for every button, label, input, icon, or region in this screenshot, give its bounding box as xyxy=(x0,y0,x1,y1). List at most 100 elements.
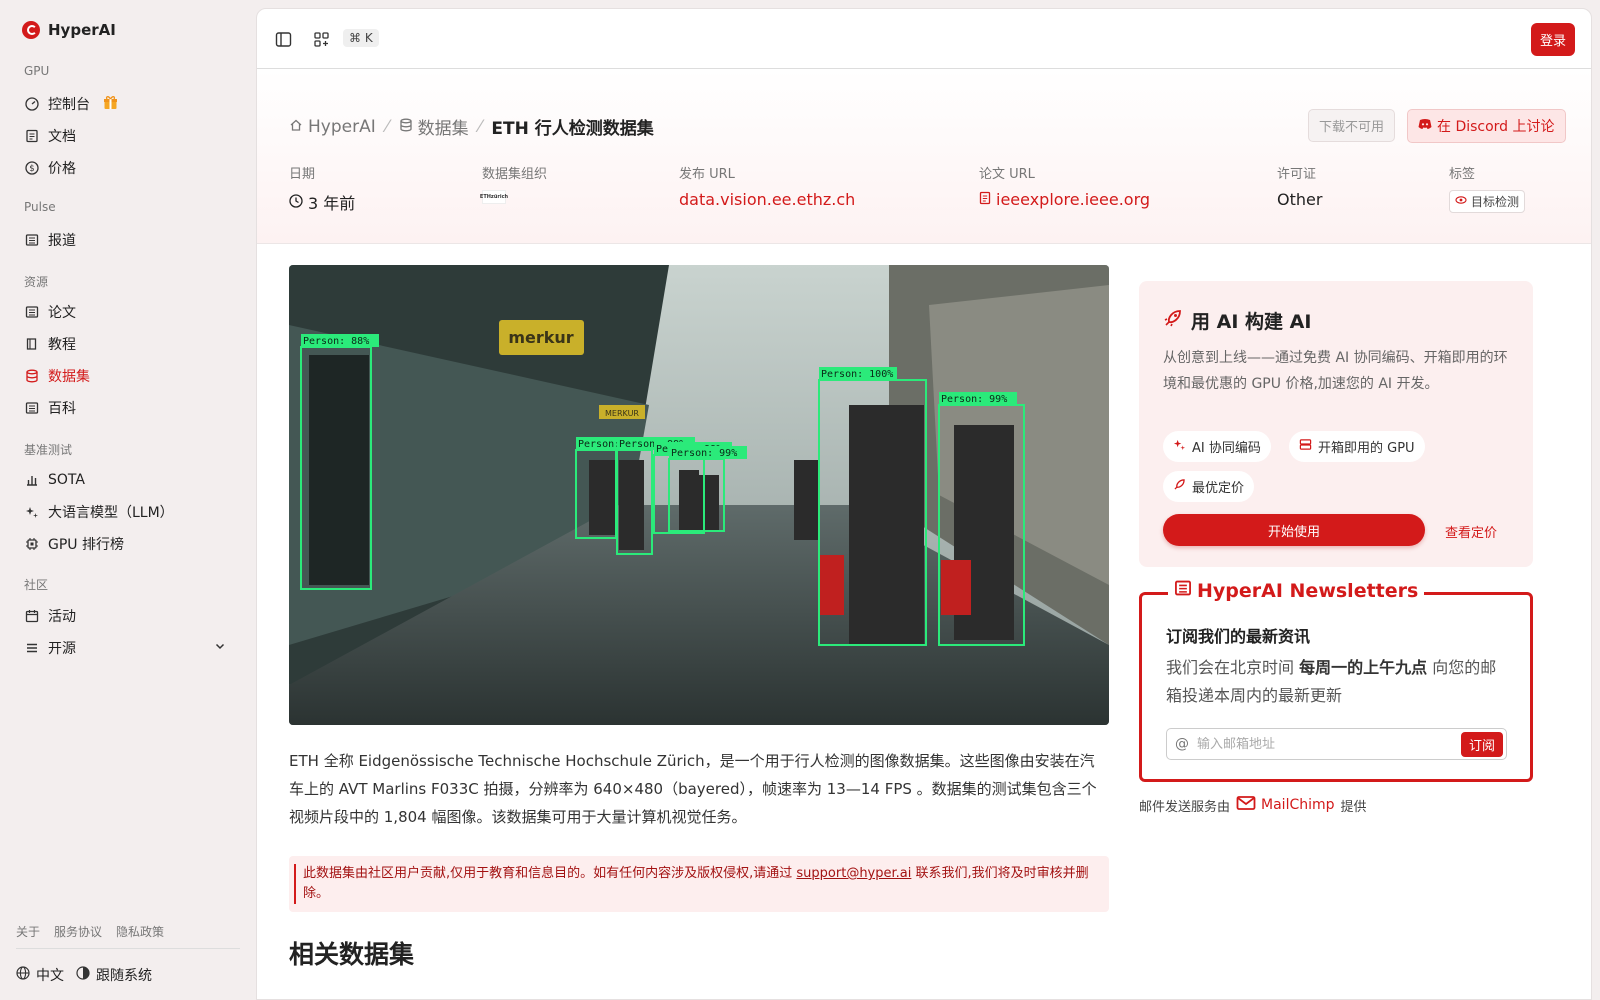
sidebar-item-label: 文档 xyxy=(48,129,76,145)
cpu-icon xyxy=(24,537,39,552)
breadcrumb: HyperAI ⁄ 数据集 ⁄ ETH 行人检测数据集 xyxy=(289,114,654,139)
newspaper-icon xyxy=(24,233,39,248)
sidebar-item-label: 百科 xyxy=(48,401,76,417)
pill-label: 最优定价 xyxy=(1192,481,1245,496)
meta-label: 数据集组织 xyxy=(482,167,548,182)
theme-switch[interactable]: 跟随系统 xyxy=(76,965,152,985)
newsletter-text: 我们会在北京时间 每周一的上午九点 向您的邮箱投递本周内的最新更新 xyxy=(1166,654,1511,710)
breadcrumb-home[interactable]: HyperAI xyxy=(289,117,376,137)
license-value: Other xyxy=(1277,190,1323,209)
sidebar-item-opensource[interactable]: 开源 xyxy=(24,637,234,659)
shop-sign-text-2: MERKUR xyxy=(605,409,639,418)
sidebar-item-label: 教程 xyxy=(48,337,76,353)
meta-label: 论文 URL xyxy=(979,167,1035,182)
mailchimp-link[interactable]: MailChimp xyxy=(1236,795,1335,815)
pill-label: AI 协同编码 xyxy=(1192,441,1261,456)
home-icon xyxy=(289,117,303,137)
meta-label: 标签 xyxy=(1449,167,1476,182)
release-url-link[interactable]: data.vision.ee.ethz.ch xyxy=(679,190,855,209)
org-logo[interactable]: ETHzürich xyxy=(480,190,508,204)
subscribe-button[interactable]: 订阅 xyxy=(1460,731,1503,757)
chevron-down-icon[interactable] xyxy=(214,640,226,656)
get-started-button[interactable]: 开始使用 xyxy=(1163,514,1425,546)
mail-service-text: 邮件发送服务由 xyxy=(1139,799,1231,815)
sidebar-item-tutorials[interactable]: 教程 xyxy=(24,333,76,355)
view-pricing-link[interactable]: 查看定价 xyxy=(1445,522,1497,541)
sidebar-item-label: 开源 xyxy=(48,641,76,657)
footer-link-privacy[interactable]: 隐私政策 xyxy=(116,923,164,940)
brand[interactable]: HyperAI xyxy=(22,21,116,39)
tag-chip[interactable]: 目标检测 xyxy=(1449,190,1526,213)
meta-value: 3 年前 xyxy=(289,190,355,214)
discord-icon xyxy=(1418,118,1432,134)
footer-link-terms[interactable]: 服务协议 xyxy=(54,923,102,940)
meta-paper-url: 论文 URL ieeexplore.ieee.org xyxy=(979,163,1150,209)
sidebar-item-docs[interactable]: 文档 xyxy=(24,125,76,147)
meta-label: 发布 URL xyxy=(679,167,735,182)
language-switch[interactable]: 中文 xyxy=(16,965,64,985)
meta-date: 日期 3 年前 xyxy=(289,163,355,214)
feature-pill-copilot: AI 协同编码 xyxy=(1163,431,1271,462)
breadcrumb-separator: ⁄ xyxy=(385,116,389,137)
gift-icon xyxy=(103,95,118,114)
sidebar-toggle-icon[interactable] xyxy=(273,29,293,49)
download-button[interactable]: 下载不可用 xyxy=(1308,109,1396,142)
sidebar-item-label: 论文 xyxy=(48,305,76,321)
support-email-link[interactable]: support@hyper.ai xyxy=(796,866,911,881)
detection-label: Person: 100% xyxy=(821,369,893,380)
detection-label: Person: 99% xyxy=(671,448,737,459)
paper-url-link[interactable]: ieeexplore.ieee.org xyxy=(979,190,1150,209)
sidebar: HyperAI GPU 控制台 文档 $ 价格 Pulse 报道 资源 论文 教… xyxy=(0,0,256,1000)
sidebar-item-datasets[interactable]: 数据集 xyxy=(24,365,90,387)
page-title: ETH 行人检测数据集 xyxy=(491,119,654,139)
sidebar-item-console[interactable]: 控制台 xyxy=(24,93,118,115)
meta-org: 数据集组织 ETHzürich xyxy=(480,163,548,204)
street-scene-image: merkur MERKUR Person: 88% Person: 99% Pers… xyxy=(289,265,1109,725)
sidebar-item-label: 大语言模型（LLM） xyxy=(48,505,174,521)
svg-text:$: $ xyxy=(29,164,34,174)
dollar-icon: $ xyxy=(24,161,39,176)
shop-sign-text: merkur xyxy=(508,328,573,347)
breadcrumb-datasets[interactable]: 数据集 xyxy=(399,114,469,139)
rocket-icon xyxy=(1173,478,1186,495)
sparkles-icon xyxy=(1173,438,1186,455)
build-ai-title: 用 AI 构建 AI xyxy=(1163,307,1311,334)
database-icon xyxy=(399,117,413,137)
tag-label: 目标检测 xyxy=(1471,195,1520,209)
at-icon: @ xyxy=(1175,736,1189,752)
server-icon xyxy=(1299,438,1312,455)
newsletter-box: HyperAI Newsletters 订阅我们的最新资讯 我们会在北京时间 每… xyxy=(1139,579,1533,782)
mailchimp-label: MailChimp xyxy=(1261,797,1335,813)
discord-button[interactable]: 在 Discord 上讨论 xyxy=(1407,109,1566,143)
email-input[interactable] xyxy=(1197,736,1461,752)
newsletter-heading: 订阅我们的最新资讯 xyxy=(1166,627,1311,646)
sidebar-item-label: 数据集 xyxy=(48,369,90,385)
related-datasets-heading: 相关数据集 xyxy=(289,940,415,969)
login-button[interactable]: 登录 xyxy=(1530,23,1575,56)
meta-value: 目标检测 xyxy=(1449,190,1526,213)
nav-section-gpu: GPU xyxy=(24,64,50,78)
newspaper-icon xyxy=(24,305,39,320)
sidebar-item-wiki[interactable]: 百科 xyxy=(24,397,76,419)
sidebar-item-label: SOTA xyxy=(48,472,85,488)
sidebar-item-sota[interactable]: SOTA xyxy=(24,469,85,491)
database-icon xyxy=(24,369,39,384)
sidebar-item-papers[interactable]: 论文 xyxy=(24,301,76,323)
sidebar-item-llm[interactable]: 大语言模型（LLM） xyxy=(24,501,174,523)
apps-grid-icon[interactable] xyxy=(311,29,331,49)
nav-section-community: 社区 xyxy=(24,578,49,592)
sidebar-item-gpu-rank[interactable]: GPU 排行榜 xyxy=(24,533,124,555)
sidebar-item-reports[interactable]: 报道 xyxy=(24,229,76,251)
footer-link-about[interactable]: 关于 xyxy=(16,923,40,940)
hyperai-logo-icon xyxy=(22,21,40,39)
build-ai-desc: 从创意到上线——通过免费 AI 协同编码、开箱即用的环境和最优惠的 GPU 价格… xyxy=(1163,350,1508,392)
search-shortcut[interactable]: ⌘ K xyxy=(343,29,379,47)
calendar-icon xyxy=(24,609,39,624)
sidebar-item-events[interactable]: 活动 xyxy=(24,605,76,627)
nav-section-benchmark: 基准测试 xyxy=(24,443,73,457)
bar-chart-icon xyxy=(24,473,39,488)
sidebar-item-label: 报道 xyxy=(48,233,76,249)
sidebar-item-pricing[interactable]: $ 价格 xyxy=(24,157,76,179)
document-icon xyxy=(979,190,991,209)
breadcrumb-home-label: HyperAI xyxy=(308,116,376,137)
